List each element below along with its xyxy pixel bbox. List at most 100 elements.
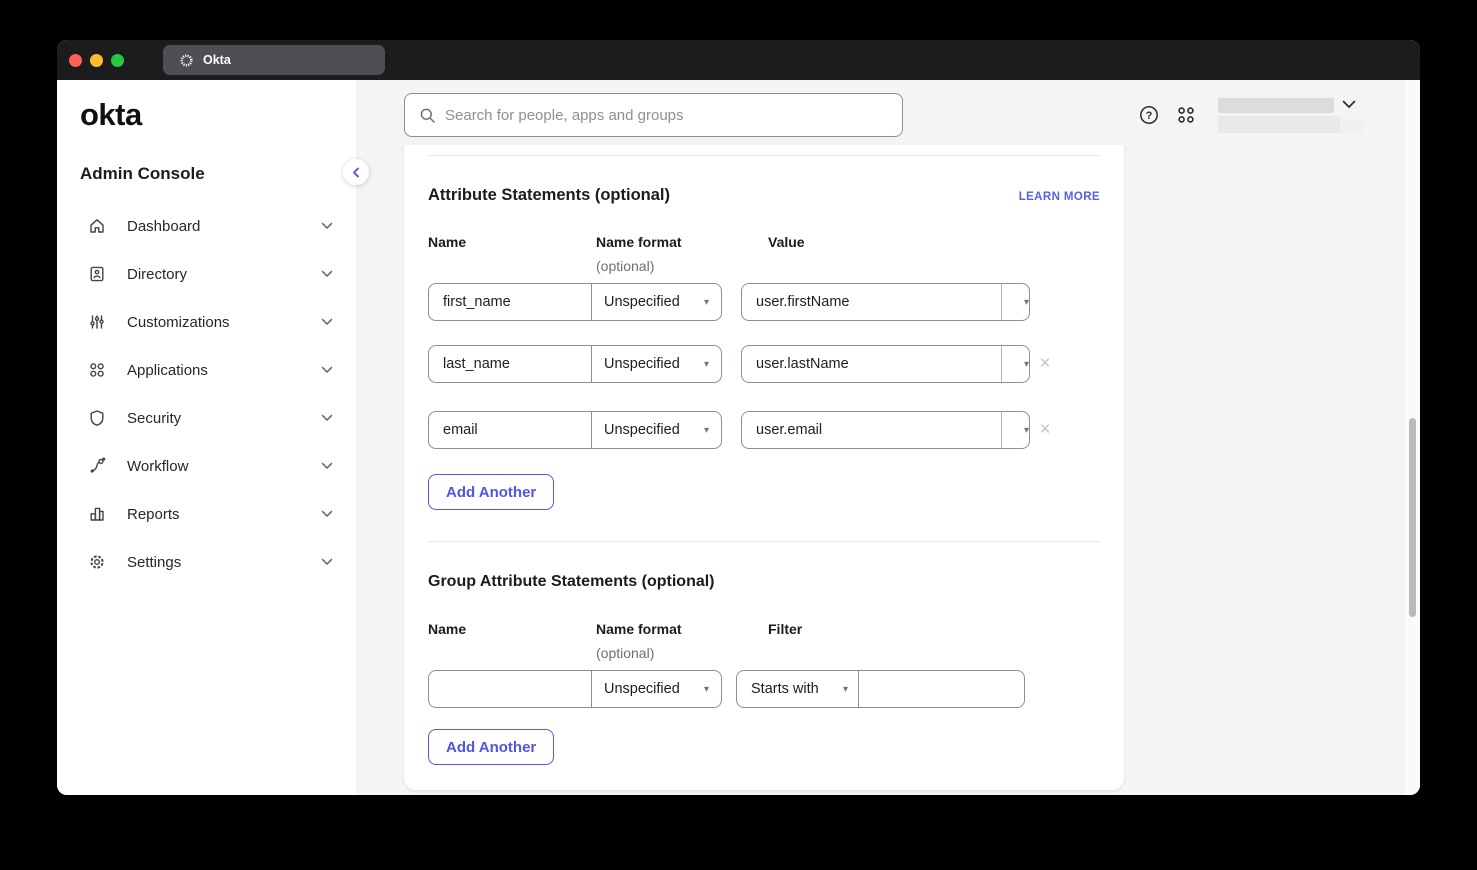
global-search[interactable]	[404, 93, 903, 137]
svg-text:?: ?	[1146, 110, 1153, 122]
attribute-value-input[interactable]	[742, 412, 1001, 448]
dropdown-arrow-icon: ▾	[704, 425, 709, 436]
sidebar-item-label: Workflow	[127, 458, 188, 475]
okta-favicon-icon	[179, 53, 194, 68]
dropdown-arrow-icon: ▾	[1024, 425, 1029, 436]
name-format-select[interactable]: Unspecified ▾	[592, 284, 721, 320]
chevron-down-icon	[321, 462, 333, 470]
name-format-select[interactable]: Unspecified ▾	[592, 346, 721, 382]
group-attribute-row: Unspecified ▾ Starts with ▾	[428, 670, 1100, 708]
gear-icon	[88, 553, 106, 571]
admin-console-title: Admin Console	[80, 164, 205, 184]
group-attribute-name-input[interactable]	[429, 671, 592, 707]
value-dropdown-button[interactable]: ▾	[1001, 346, 1029, 382]
zoom-window-button[interactable]	[111, 54, 124, 67]
sidebar-item-applications[interactable]: Applications	[57, 346, 356, 394]
browser-titlebar: Okta	[57, 40, 1420, 80]
chevron-down-icon	[321, 318, 333, 326]
attribute-row: Unspecified ▾ ▾ ×	[428, 411, 1100, 449]
sidebar-item-security[interactable]: Security	[57, 394, 356, 442]
directory-icon	[88, 265, 106, 283]
column-header-value: Value	[768, 234, 805, 250]
value-dropdown-button[interactable]: ▾	[1001, 412, 1029, 448]
group-attribute-statements-title: Group Attribute Statements (optional)	[428, 573, 715, 591]
minimize-window-button[interactable]	[90, 54, 103, 67]
dropdown-arrow-icon: ▾	[1024, 359, 1029, 370]
chevron-down-icon	[321, 222, 333, 230]
attribute-value-input[interactable]	[742, 346, 1001, 382]
section-divider	[428, 155, 1100, 156]
column-header-format-note: (optional)	[596, 258, 654, 274]
search-icon	[419, 107, 436, 124]
attribute-name-input[interactable]	[429, 412, 592, 448]
attribute-row: Unspecified ▾ ▾ ×	[428, 345, 1100, 383]
help-icon[interactable]: ?	[1139, 105, 1159, 125]
attribute-row: Unspecified ▾ ▾	[428, 283, 1100, 321]
sidebar-item-customizations[interactable]: Customizations	[57, 298, 356, 346]
sidebar-item-label: Applications	[127, 362, 208, 379]
remove-row-button[interactable]: ×	[1034, 418, 1056, 442]
column-header-name: Name	[428, 234, 466, 250]
attribute-statements-title: Attribute Statements (optional)	[428, 186, 670, 205]
redacted-account-name	[1218, 98, 1334, 113]
sidebar-item-workflow[interactable]: Workflow	[57, 442, 356, 490]
column-header-name-format: Name format	[596, 234, 682, 250]
section-divider	[428, 541, 1100, 542]
dropdown-arrow-icon: ▾	[1024, 297, 1029, 308]
attribute-name-input[interactable]	[429, 346, 592, 382]
chevron-down-icon	[321, 414, 333, 422]
learn-more-link[interactable]: LEARN MORE	[1019, 191, 1100, 203]
home-icon	[88, 217, 106, 235]
dropdown-arrow-icon: ▾	[704, 684, 709, 695]
workflow-icon	[88, 457, 106, 475]
dropdown-arrow-icon: ▾	[704, 359, 709, 370]
add-another-group-attribute-button[interactable]: Add Another	[428, 729, 554, 765]
name-format-select[interactable]: Unspecified ▾	[592, 671, 721, 707]
app-window: Okta okta Admin Console Dashboard	[57, 40, 1420, 795]
shield-icon	[88, 409, 106, 427]
scrollbar-track[interactable]	[1405, 80, 1420, 795]
redacted-account-detail-tail	[1340, 119, 1363, 133]
chevron-down-icon	[321, 270, 333, 278]
account-menu-chevron-icon[interactable]	[1342, 100, 1356, 109]
sidebar-item-directory[interactable]: Directory	[57, 250, 356, 298]
column-header-name-format: Name format	[596, 621, 682, 637]
apps-icon	[88, 361, 106, 379]
filter-type-select[interactable]: Starts with ▾	[737, 671, 859, 707]
remove-row-button[interactable]: ×	[1034, 352, 1056, 376]
chevron-down-icon	[321, 366, 333, 374]
redacted-account-detail	[1218, 116, 1340, 133]
sidebar-item-label: Security	[127, 410, 181, 427]
sidebar-item-label: Customizations	[127, 314, 230, 331]
sidebar-item-reports[interactable]: Reports	[57, 490, 356, 538]
attribute-name-input[interactable]	[429, 284, 592, 320]
sidebar-nav: Dashboard Directory	[57, 202, 356, 586]
attribute-value-input[interactable]	[742, 284, 1001, 320]
chevron-down-icon	[321, 510, 333, 518]
apps-grid-icon[interactable]	[1176, 105, 1196, 125]
column-header-filter: Filter	[768, 621, 802, 637]
column-header-format-note: (optional)	[596, 645, 654, 661]
search-input[interactable]	[445, 94, 902, 136]
saml-settings-card: Attribute Statements (optional) LEARN MO…	[404, 145, 1124, 790]
sidebar-item-label: Dashboard	[127, 218, 200, 235]
sidebar-item-label: Settings	[127, 554, 181, 571]
browser-tab-okta[interactable]: Okta	[163, 45, 385, 75]
sidebar-item-dashboard[interactable]: Dashboard	[57, 202, 356, 250]
value-dropdown-button[interactable]: ▾	[1001, 284, 1029, 320]
sidebar-item-label: Directory	[127, 266, 187, 283]
chevron-down-icon	[321, 558, 333, 566]
close-window-button[interactable]	[69, 54, 82, 67]
sliders-icon	[88, 313, 106, 331]
sidebar: okta Admin Console Dashboard Dire	[57, 80, 356, 795]
reports-icon	[88, 505, 106, 523]
okta-logo: okta	[80, 97, 142, 133]
tab-title: Okta	[203, 53, 231, 67]
sidebar-item-settings[interactable]: Settings	[57, 538, 356, 586]
filter-value-input[interactable]	[859, 671, 1024, 707]
column-header-name: Name	[428, 621, 466, 637]
sidebar-collapse-button[interactable]	[343, 159, 369, 185]
scrollbar-thumb[interactable]	[1409, 418, 1416, 617]
name-format-select[interactable]: Unspecified ▾	[592, 412, 721, 448]
add-another-attribute-button[interactable]: Add Another	[428, 474, 554, 510]
